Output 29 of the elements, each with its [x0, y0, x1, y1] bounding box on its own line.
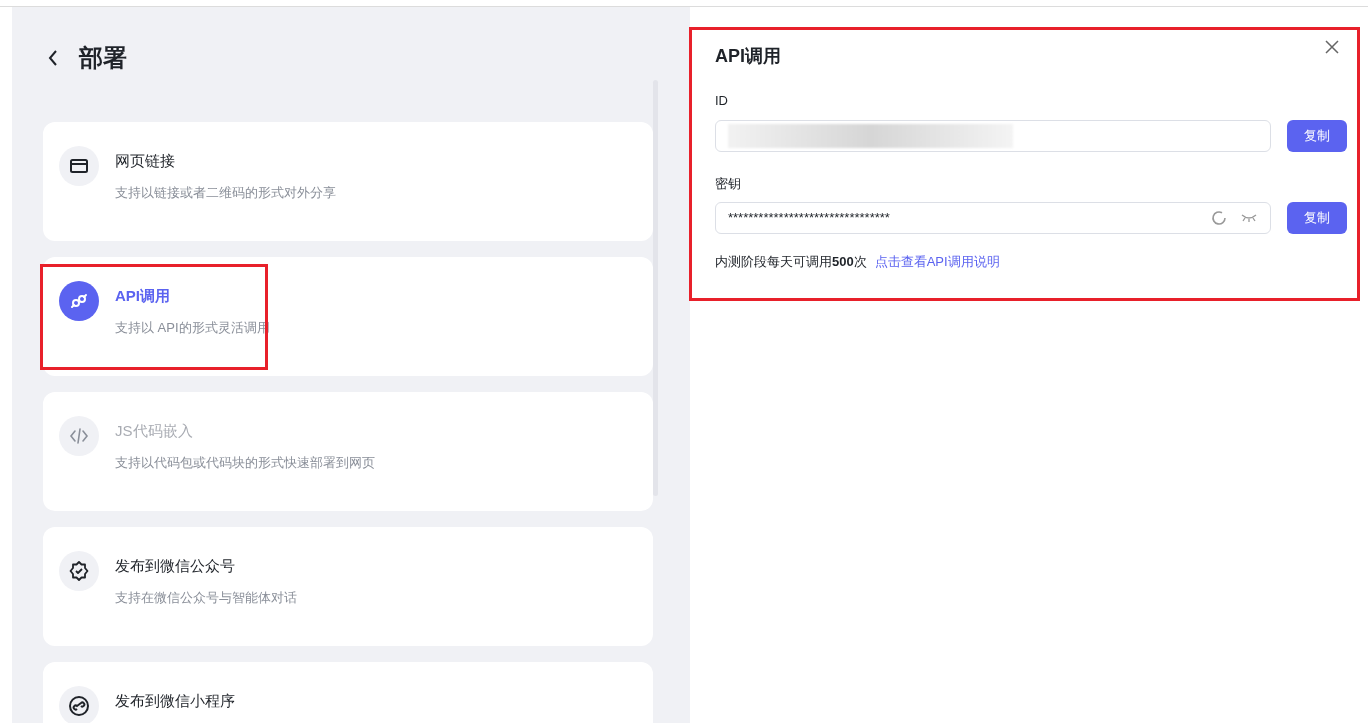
option-title: 发布到微信小程序 — [115, 691, 235, 711]
option-title: JS代码嵌入 — [115, 421, 194, 441]
option-description: 支持以链接或者二维码的形式对外分享 — [115, 183, 336, 202]
text-field[interactable]: ******************************** — [715, 202, 1271, 234]
page-title: 部署 — [79, 43, 127, 73]
api-docs-link[interactable]: 点击查看API调用说明 — [874, 252, 1000, 272]
scrollbar[interactable] — [653, 80, 658, 496]
panel-title: API调用 — [715, 45, 781, 68]
check-badge-icon — [67, 559, 91, 583]
link-icon — [67, 694, 91, 718]
refresh-icon[interactable] — [1210, 209, 1228, 227]
copy-button[interactable]: 复制 — [1287, 119, 1347, 152]
eye-closed-icon[interactable] — [1240, 212, 1258, 224]
option-description: 支持以代码包或代码块的形式快速部署到网页 — [115, 453, 375, 472]
field-label: 密钥 — [715, 174, 742, 193]
deploy-option-card[interactable]: 发布到微信公众号 支持在微信公众号与智能体对话 — [43, 527, 653, 646]
copy-button[interactable]: 复制 — [1287, 202, 1347, 234]
field-label: ID — [715, 92, 729, 110]
text-field[interactable] — [715, 119, 1271, 152]
back-chevron-icon — [47, 49, 59, 67]
option-title: 发布到微信公众号 — [115, 556, 236, 576]
option-title: API调用 — [115, 286, 171, 306]
deploy-option-card[interactable]: 发布到微信小程序 — [43, 662, 653, 723]
usage-note: 内测阶段每天可调用500次 — [715, 253, 867, 271]
close-icon — [1325, 40, 1339, 54]
option-title: 网页链接 — [115, 151, 176, 171]
option-description: 支持在微信公众号与智能体对话 — [115, 588, 297, 607]
deploy-option-card[interactable]: 网页链接 支持以链接或者二维码的形式对外分享 — [43, 122, 653, 241]
field-value: ******************************** — [728, 209, 891, 228]
